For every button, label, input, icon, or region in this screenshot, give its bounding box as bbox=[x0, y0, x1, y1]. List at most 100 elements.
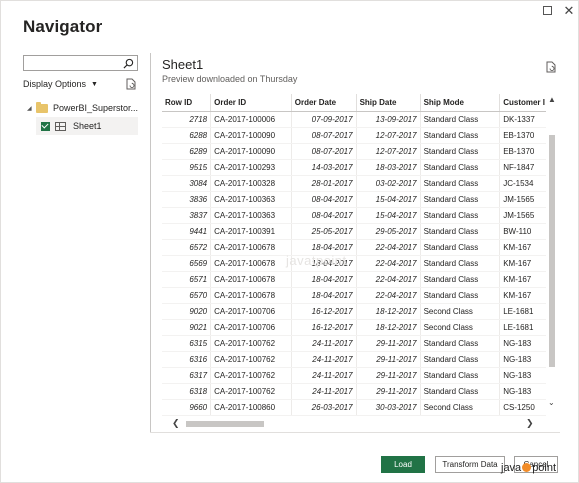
search-icon[interactable] bbox=[123, 58, 134, 69]
checkbox-checked[interactable] bbox=[41, 121, 50, 131]
load-button[interactable]: Load bbox=[381, 456, 425, 473]
table-cell: Standard Class bbox=[420, 143, 501, 160]
table-cell: 24-11-2017 bbox=[291, 383, 357, 400]
vertical-scrollbar[interactable]: ▲ ⌄ bbox=[546, 94, 558, 416]
maximize-icon[interactable] bbox=[541, 5, 553, 17]
brand-logo-icon bbox=[522, 462, 532, 472]
table-cell: 12-07-2017 bbox=[356, 143, 421, 160]
table-cell: 29-11-2017 bbox=[356, 383, 421, 400]
table-cell: 18-12-2017 bbox=[356, 319, 421, 336]
table-cell: CA-2017-100090 bbox=[210, 143, 292, 160]
search-input[interactable] bbox=[27, 57, 121, 69]
table-row: 9021 CA-2017-100706 16-12-2017 18-12-2017 Se… bbox=[162, 319, 558, 336]
table-cell: 29-11-2017 bbox=[356, 335, 421, 352]
table-row: 6289 CA-2017-100090 08-07-2017 12-07-2017 St… bbox=[162, 143, 558, 160]
table-row: 3084 CA-2017-100328 28-01-2017 03-02-2017 St… bbox=[162, 175, 558, 192]
vertical-scroll-thumb[interactable] bbox=[549, 135, 555, 367]
transform-data-button[interactable]: Transform Data bbox=[435, 456, 505, 473]
table-row: 2718 CA-2017-100006 07-09-2017 13-09-2017 St… bbox=[162, 111, 558, 128]
table-cell: 18-12-2017 bbox=[356, 303, 421, 320]
table-cell: 26-03-2017 bbox=[291, 399, 357, 416]
chevron-down-icon: ▼ bbox=[91, 81, 98, 88]
table-cell: 08-04-2017 bbox=[291, 207, 357, 224]
table-cell: 3084 bbox=[162, 175, 212, 192]
workbook-label: PowerBI_Superstor... bbox=[53, 103, 139, 113]
table-cell: 03-02-2017 bbox=[356, 175, 421, 192]
table-cell: 30-03-2017 bbox=[356, 399, 421, 416]
table-cell: 25-05-2017 bbox=[291, 223, 357, 240]
close-icon[interactable]: ✕ bbox=[563, 4, 575, 17]
table-cell: Standard Class bbox=[420, 415, 501, 416]
table-header-row: Row ID Order ID Order Date Ship Date Shi… bbox=[162, 94, 558, 112]
table-cell: 22-04-2017 bbox=[356, 239, 421, 256]
scroll-up-icon[interactable]: ▲ bbox=[548, 95, 556, 104]
table-cell: 18-04-2017 bbox=[291, 271, 357, 288]
preview-title: Sheet1 bbox=[162, 57, 204, 72]
refresh-icon[interactable] bbox=[125, 78, 137, 90]
table-cell: 2718 bbox=[162, 111, 212, 128]
table-cell: 22-04-2017 bbox=[356, 255, 421, 272]
column-header[interactable]: Order ID bbox=[210, 94, 292, 112]
table-cell: 9660 bbox=[162, 399, 212, 416]
table-cell: Standard Class bbox=[420, 351, 501, 368]
table-cell: CA-2017-100867 bbox=[210, 415, 292, 416]
table-cell: 24-11-2017 bbox=[291, 367, 357, 384]
scroll-right-icon[interactable]: ❯ bbox=[526, 418, 534, 429]
table-cell: CA-2017-100762 bbox=[210, 351, 292, 368]
table-cell: CA-2017-100006 bbox=[210, 111, 292, 128]
table-cell: CA-2017-100762 bbox=[210, 335, 292, 352]
table-cell: Standard Class bbox=[420, 287, 501, 304]
table-cell: 6570 bbox=[162, 287, 212, 304]
table-cell: 6569 bbox=[162, 255, 212, 272]
tree-item-workbook[interactable]: ◢ PowerBI_Superstor... bbox=[27, 101, 138, 115]
table-cell: 6289 bbox=[162, 143, 212, 160]
scroll-down-icon[interactable]: ⌄ bbox=[548, 398, 555, 407]
tree-item-sheet1[interactable]: Sheet1 bbox=[36, 117, 138, 135]
column-header[interactable]: Row ID bbox=[162, 94, 212, 112]
table-cell: CA-2017-100706 bbox=[210, 319, 292, 336]
table-cell: 16-12-2017 bbox=[291, 319, 357, 336]
table-row: 9020 CA-2017-100706 16-12-2017 18-12-2017 Se… bbox=[162, 303, 558, 320]
table-cell: Standard Class bbox=[420, 367, 501, 384]
table-cell: Second Class bbox=[420, 319, 501, 336]
horizontal-scrollbar[interactable]: ❮ ❯ bbox=[162, 417, 546, 431]
table-cell: Standard Class bbox=[420, 111, 501, 128]
table-row: 9515 CA-2017-100293 14-03-2017 18-03-2017 St… bbox=[162, 159, 558, 176]
table-row: 6316 CA-2017-100762 24-11-2017 29-11-2017 St… bbox=[162, 351, 558, 368]
navigator-dialog: ✕ Navigator Display Options ▼ ◢ PowerBI_S… bbox=[0, 0, 579, 483]
table-cell: Standard Class bbox=[420, 255, 501, 272]
table-cell: Standard Class bbox=[420, 223, 501, 240]
table-cell: CA-2017-100293 bbox=[210, 159, 292, 176]
table-row: 6317 CA-2017-100762 24-11-2017 29-11-2017 St… bbox=[162, 367, 558, 384]
table-cell: 18-04-2017 bbox=[291, 239, 357, 256]
display-options-dropdown[interactable]: Display Options ▼ bbox=[23, 79, 98, 89]
display-options-label: Display Options bbox=[23, 79, 87, 89]
table-cell: 6315 bbox=[162, 335, 212, 352]
table-cell: 29-11-2017 bbox=[356, 351, 421, 368]
table-cell: 6572 bbox=[162, 239, 212, 256]
preview-table-container: Row ID Order ID Order Date Ship Date Shi… bbox=[162, 94, 558, 416]
table-cell: Standard Class bbox=[420, 127, 501, 144]
search-box[interactable] bbox=[23, 55, 138, 71]
refresh-preview-icon[interactable] bbox=[545, 61, 557, 73]
caret-down-icon[interactable]: ◢ bbox=[27, 105, 36, 112]
table-cell: 24-10-2017 bbox=[356, 415, 421, 416]
horizontal-scroll-thumb[interactable] bbox=[186, 421, 264, 427]
table-cell: 18-03-2017 bbox=[356, 159, 421, 176]
column-header[interactable]: Ship Mode bbox=[420, 94, 501, 112]
scroll-left-icon[interactable]: ❮ bbox=[172, 418, 180, 429]
brand-watermark: java point bbox=[501, 462, 556, 474]
column-header[interactable]: Order Date bbox=[291, 94, 357, 112]
table-cell: CA-2017-100762 bbox=[210, 383, 292, 400]
table-cell: CA-2017-100328 bbox=[210, 175, 292, 192]
column-header[interactable]: Ship Date bbox=[356, 94, 421, 112]
table-row: 6315 CA-2017-100762 24-11-2017 29-11-2017 St… bbox=[162, 335, 558, 352]
table-cell: 16-12-2017 bbox=[291, 303, 357, 320]
table-cell: 6318 bbox=[162, 383, 212, 400]
footer-divider bbox=[150, 432, 560, 433]
table-cell: 08-07-2017 bbox=[291, 127, 357, 144]
table-cell: 29-11-2017 bbox=[356, 367, 421, 384]
table-cell: Standard Class bbox=[420, 271, 501, 288]
table-icon bbox=[55, 121, 66, 131]
table-cell: 18-04-2017 bbox=[291, 255, 357, 272]
